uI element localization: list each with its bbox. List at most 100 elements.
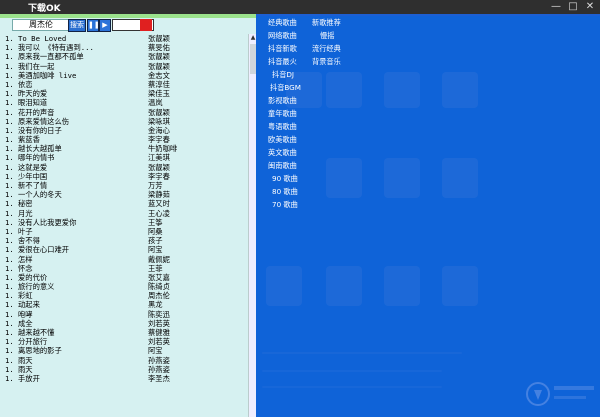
song-index: 1. bbox=[5, 355, 14, 365]
song-row[interactable]: 1. 爱很在心口难开 阿宝 bbox=[0, 245, 248, 254]
category-link[interactable]: 抖音最火 bbox=[268, 57, 297, 67]
song-artist: 梁佳玉 bbox=[148, 89, 170, 99]
song-title: 花开的声音 bbox=[18, 107, 55, 117]
song-row[interactable]: 1. 怀念 王菲 bbox=[0, 264, 248, 273]
category-link[interactable]: 欧美歌曲 bbox=[268, 135, 297, 145]
song-index: 1. bbox=[5, 43, 14, 53]
song-row[interactable]: 1. 舍不得 孩子 bbox=[0, 236, 248, 245]
song-row[interactable]: 1. 手放开 李圣杰 bbox=[0, 374, 248, 383]
category-link[interactable]: 新歌推荐 bbox=[312, 18, 341, 28]
song-index: 1. bbox=[5, 346, 14, 356]
song-row[interactable]: 1. 咆哮 陈奕迅 bbox=[0, 310, 248, 319]
song-row[interactable]: 1. 越来越不懂 蔡健雅 bbox=[0, 328, 248, 337]
song-row[interactable]: 1. 新不了情 万芳 bbox=[0, 181, 248, 190]
play-button[interactable]: ▶ bbox=[99, 19, 111, 32]
maximize-button[interactable]: □ bbox=[565, 0, 581, 14]
song-row[interactable]: 1. 这就是爱 张靓颖 bbox=[0, 163, 248, 172]
song-row[interactable]: 1. 分开旅行 刘若英 bbox=[0, 337, 248, 346]
song-row[interactable]: 1. 我可以 《特有遇到... 蔡旻佑 bbox=[0, 43, 248, 52]
song-row[interactable]: 1. 越长大越孤单 牛奶咖啡 bbox=[0, 144, 248, 153]
search-button[interactable]: 搜索 bbox=[68, 19, 86, 32]
category-link[interactable]: 背景音乐 bbox=[312, 57, 341, 67]
category-link[interactable]: 闽南歌曲 bbox=[268, 161, 297, 171]
song-row[interactable]: 1. 依恋 蔡淳佳 bbox=[0, 80, 248, 89]
song-row[interactable]: 1. 紫蓝香 李宇春 bbox=[0, 135, 248, 144]
song-row[interactable]: 1. 雨天 孙燕姿 bbox=[0, 356, 248, 365]
song-row[interactable]: 1. 昨天的爱 梁佳玉 bbox=[0, 89, 248, 98]
song-index: 1. bbox=[5, 116, 14, 126]
song-row[interactable]: 1. 秘密 蓝又时 bbox=[0, 199, 248, 208]
song-row[interactable]: 1. 没有人比我更爱你 王筝 bbox=[0, 218, 248, 227]
category-link[interactable]: 粤语歌曲 bbox=[268, 122, 297, 132]
ghost-tile bbox=[326, 266, 362, 306]
song-row[interactable]: 1. 爱的代价 张艾嘉 bbox=[0, 273, 248, 282]
scrollbar[interactable]: ▲ bbox=[248, 34, 256, 417]
song-artist: 孩子 bbox=[148, 236, 163, 246]
category-link[interactable]: 流行经典 bbox=[312, 44, 341, 54]
song-row[interactable]: 1. 没有你的日子 金海心 bbox=[0, 126, 248, 135]
category-link[interactable]: 经典歌曲 bbox=[268, 18, 297, 28]
volume-handle[interactable] bbox=[140, 19, 152, 31]
category-link[interactable]: 抖音BGM bbox=[270, 83, 301, 93]
song-row[interactable]: 1. 成全 刘若英 bbox=[0, 319, 248, 328]
song-row[interactable]: 1. 怎样 戴佩妮 bbox=[0, 255, 248, 264]
song-row[interactable]: 1. 哪年的情书 江美琪 bbox=[0, 153, 248, 162]
song-title: 一个人的冬天 bbox=[18, 190, 62, 200]
category-link[interactable]: 90 歌曲 bbox=[272, 174, 298, 184]
song-row[interactable]: 1. 美酒加咖啡 live 金志文 bbox=[0, 71, 248, 80]
window-title: 下载OK bbox=[28, 4, 61, 14]
song-index: 1. bbox=[5, 79, 14, 89]
pause-button[interactable]: ❚❚ bbox=[87, 19, 100, 32]
song-index: 1. bbox=[5, 318, 14, 328]
song-row[interactable]: 1. 月光 王心凌 bbox=[0, 209, 248, 218]
category-link[interactable]: 80 歌曲 bbox=[272, 187, 298, 197]
category-link[interactable]: 70 歌曲 bbox=[272, 200, 298, 210]
song-row[interactable]: 1. 原来我一直都不孤单 张靓颖 bbox=[0, 52, 248, 61]
song-title: To Be Loved bbox=[18, 34, 67, 43]
ghost-divider bbox=[262, 386, 442, 388]
song-index: 1. bbox=[5, 226, 14, 236]
song-title: 我们在一起 bbox=[18, 61, 55, 71]
song-index: 1. bbox=[5, 282, 14, 292]
song-artist: 张艾嘉 bbox=[148, 272, 170, 282]
category-link[interactable]: 影视歌曲 bbox=[268, 96, 297, 106]
song-row[interactable]: 1. 花开的声音 张靓颖 bbox=[0, 108, 248, 117]
song-row[interactable]: 1. 少年中国 李宇春 bbox=[0, 172, 248, 181]
song-row[interactable]: 1. 一个人的冬天 梁静茹 bbox=[0, 190, 248, 199]
title-bar: 下载OK — □ ✕ bbox=[0, 0, 600, 14]
category-link[interactable]: 童年歌曲 bbox=[268, 109, 297, 119]
scroll-up-icon[interactable]: ▲ bbox=[249, 34, 256, 42]
song-index: 1. bbox=[5, 153, 14, 163]
category-panel: 经典歌曲 新歌推荐网络歌曲 慢摇抖音新歌 流行经典抖音最火 背景音乐抖音DJ 抖音BGM 影… bbox=[256, 18, 600, 417]
song-row[interactable]: 1. 离思地的影子 阿宝 bbox=[0, 346, 248, 355]
song-row[interactable]: 1. 原来爱情这么伤 梁咏琪 bbox=[0, 117, 248, 126]
category-link[interactable]: 抖音新歌 bbox=[268, 44, 297, 54]
song-row[interactable]: 1. 眼泪知道 温岚 bbox=[0, 98, 248, 107]
search-input[interactable]: 周杰伦 bbox=[12, 19, 70, 31]
song-row[interactable]: 1. 叶子 阿桑 bbox=[0, 227, 248, 236]
song-index: 1. bbox=[5, 254, 14, 264]
song-title: 舍不得 bbox=[18, 236, 40, 246]
song-index: 1. bbox=[5, 236, 14, 246]
category-link[interactable]: 抖音DJ bbox=[272, 70, 294, 80]
category-link[interactable]: 英文歌曲 bbox=[268, 148, 297, 158]
song-index: 1. bbox=[5, 373, 14, 383]
song-artist: 陈奕迅 bbox=[148, 309, 170, 319]
close-button[interactable]: ✕ bbox=[582, 0, 598, 14]
song-artist: 李圣杰 bbox=[148, 373, 170, 383]
song-title: 离思地的影子 bbox=[18, 346, 62, 356]
song-row[interactable]: 1. 彩虹 周杰伦 bbox=[0, 291, 248, 300]
category-link[interactable]: 网络歌曲 bbox=[268, 31, 297, 41]
song-title: 没有人比我更爱你 bbox=[18, 217, 77, 227]
song-title: 爱很在心口难开 bbox=[18, 245, 70, 255]
song-row[interactable]: 1. 雨天 孙燕姿 bbox=[0, 365, 248, 374]
song-index: 1. bbox=[5, 272, 14, 282]
song-row[interactable]: 1. 动起来 黑龙 bbox=[0, 300, 248, 309]
song-title: 昨天的爱 bbox=[18, 89, 48, 99]
category-link[interactable]: 慢摇 bbox=[320, 31, 334, 41]
song-row[interactable]: 1. 旅行的意义 陈绮贞 bbox=[0, 282, 248, 291]
minimize-button[interactable]: — bbox=[548, 0, 564, 14]
song-row[interactable]: 1. 我们在一起 张靓颖 bbox=[0, 62, 248, 71]
song-title: 依恋 bbox=[18, 79, 33, 89]
song-row[interactable]: 1. To Be Loved 张靓颖 bbox=[0, 34, 248, 43]
